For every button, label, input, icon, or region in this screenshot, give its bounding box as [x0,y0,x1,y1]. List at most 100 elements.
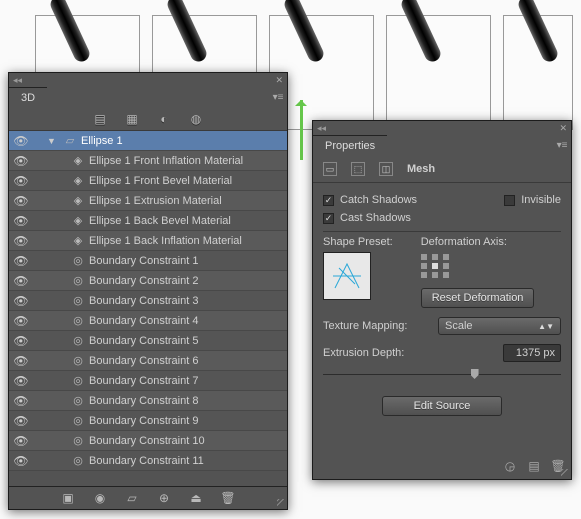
plane-icon: ▱ [61,134,79,147]
invisible-checkbox[interactable] [504,195,515,206]
close-icon[interactable]: ✕ [559,123,567,134]
visibility-eye-icon[interactable]: 👁 [9,314,33,328]
invisible-label: Invisible [521,194,561,206]
flyout-menu-icon[interactable]: ▾≡ [553,135,571,156]
visibility-eye-icon[interactable]: 👁 [9,254,33,268]
constraint-icon: ◎ [69,354,87,367]
layer-row[interactable]: 👁◎Boundary Constraint 11 [9,451,287,471]
mesh-mode-icon-1[interactable]: ▭ [323,162,337,176]
visibility-eye-icon[interactable]: 👁 [9,354,33,368]
layer-row[interactable]: 👁 ◎Boundary Constraint 3 [9,291,287,311]
extrusion-depth-input[interactable]: 1375 px [503,344,561,362]
layer-row[interactable]: 👁 ◎Boundary Constraint 1 [9,251,287,271]
visibility-eye-icon[interactable]: 👁 [9,334,33,348]
layer-label: Ellipse 1 Back Inflation Material [87,235,287,247]
layer-row[interactable]: 👁◎Boundary Constraint 5 [9,331,287,351]
collapse-arrows-icon[interactable]: ◂◂ [13,75,22,86]
material-icon: ◈ [69,174,87,187]
layer-row[interactable]: 👁◎Boundary Constraint 10 [9,431,287,451]
constraint-icon: ◎ [69,254,87,267]
trash-icon[interactable]: ▦ [125,112,139,126]
deformation-axis-picker[interactable] [421,254,535,278]
visibility-eye-icon[interactable]: 👁 [9,414,33,428]
layer-list: 👁▼▱Ellipse 1👁◈Ellipse 1 Front Inflation … [9,131,287,471]
visibility-eye-icon[interactable]: 👁 [9,434,33,448]
layer-label: Boundary Constraint 3 [87,295,287,307]
layer-row[interactable]: 👁◎Boundary Constraint 9 [9,411,287,431]
visibility-eye-icon[interactable]: 👁 [9,154,33,168]
layer-label: Boundary Constraint 4 [87,315,287,327]
target-icon[interactable]: ⊕ [157,491,171,505]
layer-label: Boundary Constraint 10 [87,435,287,447]
visibility-eye-icon[interactable]: 👁 [9,454,33,468]
visibility-eye-icon[interactable]: 👁 [9,194,33,208]
constraint-icon: ◎ [69,274,87,287]
dropdown-icon[interactable]: ▱ [125,491,139,505]
visibility-eye-icon[interactable]: 👁 [9,294,33,308]
chevron-updown-icon: ▲▼ [538,322,554,331]
layer-row[interactable]: 👁◎Boundary Constraint 2 [9,271,287,291]
mesh-label: Mesh [407,163,435,175]
edit-source-button[interactable]: Edit Source [382,396,502,416]
mesh-mode-icon-3[interactable]: ◫ [379,162,393,176]
layer-row[interactable]: 👁◎Boundary Constraint 6 [9,351,287,371]
visibility-eye-icon[interactable]: 👁 [9,274,33,288]
texture-mapping-select[interactable]: Scale ▲▼ [438,317,561,335]
catch-shadows-checkbox[interactable]: ✓ [323,195,334,206]
bottom-toolbar: ▣ ◉ ▱ ⊕ ⏏ 🗑 [9,486,287,509]
tab-properties[interactable]: Properties [313,135,387,156]
visibility-eye-icon[interactable]: 👁 [9,174,33,188]
document-icon[interactable]: ▤ [527,459,541,473]
visibility-eye-icon[interactable]: 👁 [9,374,33,388]
material-icon: ◈ [69,194,87,207]
layer-row[interactable]: 👁 ◈Ellipse 1 Extrusion Material [9,191,287,211]
layer-row[interactable]: 👁◈Ellipse 1 Back Inflation Material [9,231,287,251]
panel-properties: ◂◂ ✕ Properties ▾≡ ▭ ⬚ ◫ Mesh ✓ Catch Sh… [312,120,572,480]
visibility-eye-icon[interactable]: 👁 [9,394,33,408]
layer-row[interactable]: 👁 ◈Ellipse 1 Front Bevel Material [9,171,287,191]
constraint-icon: ◎ [69,374,87,387]
cast-shadows-label: Cast Shadows [340,212,411,224]
collapse-arrows-icon[interactable]: ◂◂ [317,123,326,134]
tab-3d[interactable]: 3D [9,87,47,108]
close-icon[interactable]: ✕ [275,75,283,86]
ground-icon[interactable]: ⏏ [189,491,203,505]
mesh-mode-icon-2[interactable]: ⬚ [351,162,365,176]
toolbar-3d: ▤ ▦ ◐ ◍ [9,108,287,131]
constraint-icon: ◎ [69,394,87,407]
flyout-menu-icon[interactable]: ▾≡ [269,87,287,108]
lightbulb-icon[interactable]: ◉ [93,491,107,505]
visibility-eye-icon[interactable]: 👁 [9,214,33,228]
material-icon: ◈ [69,214,87,227]
shape-preset-picker[interactable] [323,252,371,300]
light-icon[interactable]: ◍ [189,112,203,126]
cast-shadows-checkbox[interactable]: ✓ [323,213,334,224]
sphere-icon[interactable]: ◐ [157,112,171,126]
extrusion-depth-slider[interactable] [323,368,561,382]
layer-label: Boundary Constraint 1 [87,255,287,267]
layer-row[interactable]: 👁◎Boundary Constraint 7 [9,371,287,391]
layer-row[interactable]: 👁◈Ellipse 1 Back Bevel Material [9,211,287,231]
visibility-eye-icon[interactable]: 👁 [9,234,33,248]
layer-row[interactable]: 👁 ◎Boundary Constraint 4 [9,311,287,331]
shape-preset-label: Shape Preset: [323,236,393,248]
layer-row[interactable]: 👁▼▱Ellipse 1 [9,131,287,151]
new-icon[interactable]: ▣ [61,491,75,505]
layer-label: Ellipse 1 Front Bevel Material [87,175,287,187]
render-icon[interactable]: ◶ [503,459,517,473]
twisty-icon[interactable]: ▼ [47,136,61,146]
constraint-icon: ◎ [69,414,87,427]
constraint-icon: ◎ [69,314,87,327]
trash-icon[interactable]: 🗑 [221,491,235,505]
layer-label: Ellipse 1 Extrusion Material [87,195,287,207]
layer-row[interactable]: 👁◈Ellipse 1 Front Inflation Material [9,151,287,171]
panel-3d: ◂◂ ✕ 3D ▾≡ ▤ ▦ ◐ ◍ 👁▼▱Ellipse 1👁◈Ellipse… [8,72,288,510]
deformation-axis-label: Deformation Axis: [421,236,535,248]
layer-label: Boundary Constraint 8 [87,395,287,407]
reset-deformation-button[interactable]: Reset Deformation [421,288,535,308]
constraint-icon: ◎ [69,454,87,467]
layers-icon[interactable]: ▤ [93,112,107,126]
constraint-icon: ◎ [69,294,87,307]
visibility-eye-icon[interactable]: 👁 [9,134,33,148]
layer-row[interactable]: 👁 ◎Boundary Constraint 8 [9,391,287,411]
